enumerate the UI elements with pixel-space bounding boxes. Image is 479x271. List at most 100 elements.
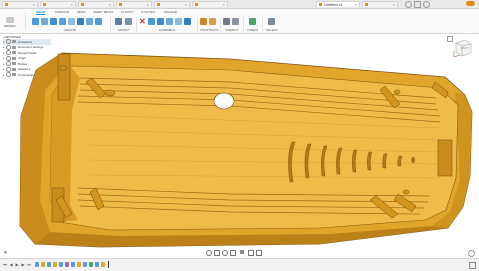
viewports-icon[interactable] bbox=[256, 250, 262, 256]
visibility-icon[interactable] bbox=[6, 39, 11, 45]
orbit-icon[interactable] bbox=[206, 250, 212, 256]
visibility-icon[interactable] bbox=[6, 50, 11, 56]
prev-frame-icon[interactable]: ◀ bbox=[9, 262, 13, 267]
comments-icon[interactable]: ▣ bbox=[4, 250, 7, 254]
user-icon[interactable] bbox=[405, 1, 412, 8]
document-tab[interactable]: × bbox=[192, 1, 228, 7]
help-icon[interactable] bbox=[423, 1, 430, 8]
3d-model[interactable] bbox=[0, 34, 479, 256]
revolve-icon[interactable] bbox=[59, 18, 66, 25]
fillet-icon[interactable] bbox=[125, 18, 132, 25]
select-cursor-icon[interactable] bbox=[268, 18, 275, 25]
box-icon[interactable] bbox=[77, 18, 84, 25]
document-icon bbox=[319, 3, 322, 6]
browser-row-construction[interactable]: ▸ Construction bbox=[3, 72, 51, 78]
document-icon bbox=[157, 3, 160, 6]
timeline-feature[interactable] bbox=[89, 262, 93, 267]
close-icon[interactable]: × bbox=[69, 2, 73, 7]
tab-surface[interactable]: SURFACE bbox=[55, 10, 69, 14]
document-tab[interactable]: × bbox=[116, 1, 152, 7]
play-icon[interactable]: ▶ bbox=[15, 262, 19, 267]
grid-icon[interactable] bbox=[248, 250, 254, 256]
timeline-feature[interactable] bbox=[59, 262, 63, 267]
axis-icon[interactable] bbox=[209, 18, 216, 25]
viewcube[interactable]: RIGHT bbox=[452, 36, 474, 58]
visibility-icon[interactable] bbox=[6, 66, 11, 72]
workspace-switcher[interactable]: DESIGN bbox=[3, 13, 26, 29]
extrude-icon[interactable] bbox=[50, 18, 57, 25]
viewcube-face-label[interactable]: RIGHT bbox=[461, 47, 469, 50]
rigid-group-icon[interactable] bbox=[166, 18, 173, 25]
measure-icon[interactable] bbox=[223, 18, 230, 25]
display-settings-icon[interactable] bbox=[240, 250, 244, 254]
visibility-icon[interactable] bbox=[6, 72, 11, 78]
tab-plastic[interactable]: PLASTIC bbox=[121, 10, 134, 14]
pan-icon[interactable] bbox=[214, 250, 220, 256]
tab-sheet-metal[interactable]: SHEET METAL bbox=[93, 10, 114, 14]
tab-mesh[interactable]: MESH bbox=[77, 10, 86, 14]
timeline-feature[interactable] bbox=[71, 262, 75, 267]
close-icon[interactable]: × bbox=[107, 2, 111, 7]
timeline-feature[interactable] bbox=[83, 262, 87, 267]
new-component-icon[interactable] bbox=[32, 18, 39, 25]
timeline: ⏮ ◀ ▶ ▶ ⏭ bbox=[0, 258, 479, 271]
drive-joints-icon[interactable] bbox=[175, 18, 182, 25]
zoom-icon[interactable] bbox=[222, 250, 228, 256]
close-icon[interactable]: × bbox=[221, 2, 225, 7]
close-icon[interactable]: × bbox=[31, 2, 35, 7]
offset-plane-icon[interactable] bbox=[200, 18, 207, 25]
timeline-feature[interactable] bbox=[101, 262, 105, 267]
timeline-marker[interactable] bbox=[108, 261, 109, 268]
next-frame-icon[interactable]: ▶ bbox=[21, 262, 25, 267]
tab-manage[interactable]: MANAGE bbox=[164, 10, 177, 14]
close-icon[interactable]: × bbox=[391, 2, 395, 7]
document-tab[interactable]: × bbox=[154, 1, 190, 7]
section-analysis-icon[interactable] bbox=[232, 18, 239, 25]
joint-icon[interactable] bbox=[148, 18, 155, 25]
select-group: SELECT bbox=[263, 17, 281, 32]
close-icon[interactable]: × bbox=[183, 2, 187, 7]
timeline-feature[interactable] bbox=[53, 262, 57, 267]
hole-icon[interactable] bbox=[68, 18, 75, 25]
x-axis-icon bbox=[453, 54, 461, 58]
document-tab[interactable]: × bbox=[2, 1, 38, 7]
timeline-feature[interactable] bbox=[95, 262, 99, 267]
timeline-feature[interactable] bbox=[77, 262, 81, 267]
timeline-feature[interactable] bbox=[65, 262, 69, 267]
notifications-icon[interactable] bbox=[414, 1, 421, 8]
as-built-joint-icon[interactable] bbox=[157, 18, 164, 25]
first-frame-icon[interactable]: ⏮ bbox=[3, 262, 7, 267]
press-pull-icon[interactable] bbox=[115, 18, 122, 25]
canvas-viewport[interactable] bbox=[0, 34, 479, 256]
close-icon[interactable]: × bbox=[145, 2, 149, 7]
home-view-icon[interactable] bbox=[447, 36, 453, 42]
visibility-icon[interactable] bbox=[6, 55, 11, 61]
inspect-group: INSPECT bbox=[221, 17, 244, 32]
visibility-icon[interactable] bbox=[6, 61, 11, 67]
document-tab[interactable]: × bbox=[78, 1, 114, 7]
mirror-icon[interactable] bbox=[95, 18, 102, 25]
timeline-feature[interactable] bbox=[35, 262, 39, 267]
comments-add-icon[interactable] bbox=[468, 250, 475, 257]
document-tab[interactable]: × bbox=[40, 1, 76, 7]
motion-link-icon[interactable] bbox=[184, 18, 191, 25]
account-avatar[interactable] bbox=[466, 1, 475, 6]
fit-icon[interactable] bbox=[230, 250, 236, 256]
document-icon bbox=[365, 3, 368, 6]
document-tab-active[interactable]: Untitled v1 × bbox=[316, 1, 360, 7]
timeline-settings-icon[interactable] bbox=[469, 262, 476, 269]
last-frame-icon[interactable]: ⏭ bbox=[27, 262, 31, 267]
collapse-icon[interactable]: ◂ bbox=[3, 35, 5, 39]
document-icon bbox=[43, 3, 46, 6]
tab-utilities[interactable]: UTILITIES bbox=[141, 10, 155, 14]
tab-solid[interactable]: SOLID bbox=[36, 10, 46, 15]
timeline-feature[interactable] bbox=[47, 262, 51, 267]
document-tab[interactable]: × bbox=[362, 1, 398, 7]
delete-icon[interactable]: ✕ bbox=[139, 18, 146, 26]
visibility-icon[interactable] bbox=[6, 44, 11, 50]
sketch-icon[interactable] bbox=[41, 18, 48, 25]
close-icon[interactable]: × bbox=[353, 2, 357, 7]
insert-image-icon[interactable] bbox=[249, 18, 256, 25]
timeline-feature[interactable] bbox=[41, 262, 45, 267]
pattern-icon[interactable] bbox=[86, 18, 93, 25]
